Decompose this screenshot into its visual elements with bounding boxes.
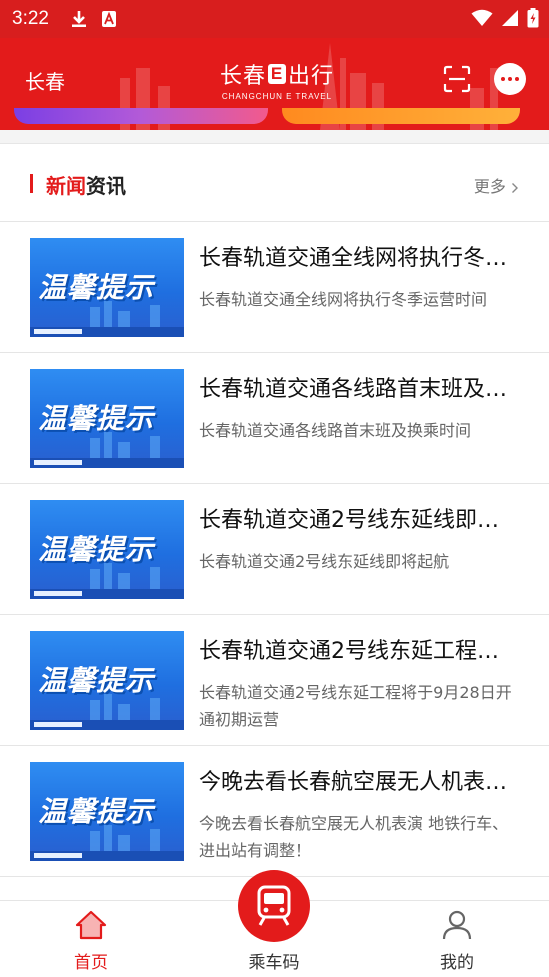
news-section-header: 新闻资讯 更多 xyxy=(0,145,549,222)
news-item-desc: 长春轨道交通2号线东延工程将于9月28日开通初期运营 xyxy=(199,683,512,729)
thumbnail-skyline xyxy=(30,301,184,337)
app-logo: 长春 E 出行 CHANGCHUN E TRAVEL xyxy=(212,58,342,101)
nav-me[interactable]: 我的 xyxy=(397,901,517,977)
news-item-3[interactable]: 温馨提示 长春轨道交通2号线东延线即将起航 长春轨道交通2号线东延线即将起航 xyxy=(0,484,549,615)
news-thumbnail: 温馨提示 xyxy=(30,500,184,599)
news-thumbnail: 温馨提示 xyxy=(30,238,184,337)
thumbnail-skyline xyxy=(30,432,184,468)
news-thumbnail: 温馨提示 xyxy=(30,762,184,861)
nav-home[interactable]: 首页 xyxy=(31,901,151,977)
news-section-title: 新闻资讯 xyxy=(46,174,126,198)
more-label: 更多 xyxy=(473,177,506,196)
thumbnail-skyline xyxy=(30,825,184,861)
news-item-4[interactable]: 温馨提示 长春轨道交通2号线东延工程将于9月28日开通初期运营 长春轨道交通2号… xyxy=(0,615,549,746)
app-header: 长春 长春 E 出行 CHANGCHUN E TRAVEL xyxy=(0,38,549,130)
signal-icon xyxy=(502,10,518,26)
banner-card-left[interactable] xyxy=(14,108,268,124)
news-item-title: 长春轨道交通2号线东延工程将于9月28日开通初期运营 xyxy=(199,639,519,664)
news-item-title: 今晚去看长春航空展无人机表演 地铁行车、进出站有调整！ xyxy=(199,770,519,795)
section-accent-bar xyxy=(30,174,33,193)
logo-e-mark: E xyxy=(268,64,286,84)
news-thumbnail: 温馨提示 xyxy=(30,369,184,468)
news-list: 温馨提示 长春轨道交通全线网将执行冬季运营时间 长春轨道交通全线网将执行冬季运营… xyxy=(0,222,549,877)
thumbnail-skyline xyxy=(30,563,184,599)
message-icon[interactable] xyxy=(494,63,526,95)
news-item-desc: 长春轨道交通各线路首末班及换乘时间 xyxy=(199,421,472,440)
logo-subtitle: CHANGCHUN E TRAVEL xyxy=(221,92,333,101)
ride-code-button[interactable] xyxy=(238,870,310,942)
a-notification-icon xyxy=(101,11,116,27)
news-item-desc: 长春轨道交通全线网将执行冬季运营时间 xyxy=(199,290,488,309)
app-screen: 3:22 长春 长春 E 出行 CHANGCHUN E TRAVEL 新闻资讯 … xyxy=(0,0,549,977)
nav-ride-code-label: 乘车码 xyxy=(248,953,300,973)
train-icon xyxy=(257,885,291,926)
city-selector[interactable]: 长春 xyxy=(25,66,65,95)
section-divider xyxy=(0,130,549,144)
status-bar: 3:22 xyxy=(0,0,549,38)
person-icon xyxy=(442,910,472,940)
chevron-right-icon xyxy=(512,182,518,193)
news-item-title: 长春轨道交通全线网将执行冬季运营时间 xyxy=(199,246,519,271)
more-news-link[interactable]: 更多 xyxy=(474,173,519,197)
nav-home-label: 首页 xyxy=(74,953,108,973)
logo-text-left: 长春 xyxy=(219,64,266,89)
battery-icon xyxy=(527,8,539,28)
news-item-title: 长春轨道交通各线路首末班及换乘时间 xyxy=(199,377,519,402)
news-item-5[interactable]: 温馨提示 今晚去看长春航空展无人机表演 地铁行车、进出站有调整！ 今晚去看长春航… xyxy=(0,746,549,877)
news-item-2[interactable]: 温馨提示 长春轨道交通各线路首末班及换乘时间 长春轨道交通各线路首末班及换乘时间 xyxy=(0,353,549,484)
news-item-desc: 今晚去看长春航空展无人机表演 地铁行车、进出站有调整！ xyxy=(199,814,509,860)
logo-text-right: 出行 xyxy=(288,64,335,89)
banner-card-right[interactable] xyxy=(282,108,520,124)
home-icon xyxy=(75,910,107,940)
thumbnail-skyline xyxy=(30,694,184,730)
news-item-desc: 长春轨道交通2号线东延线即将起航 xyxy=(199,552,450,571)
download-icon xyxy=(71,11,86,27)
scan-icon[interactable] xyxy=(443,65,471,93)
status-notifications xyxy=(71,10,117,28)
news-thumbnail: 温馨提示 xyxy=(30,631,184,730)
news-item-title: 长春轨道交通2号线东延线即将起航 xyxy=(199,508,519,533)
wifi-icon xyxy=(471,9,493,26)
news-item-1[interactable]: 温馨提示 长春轨道交通全线网将执行冬季运营时间 长春轨道交通全线网将执行冬季运营… xyxy=(0,222,549,353)
status-system-icons xyxy=(471,8,539,28)
nav-me-label: 我的 xyxy=(440,953,474,973)
status-time: 3:22 xyxy=(12,8,49,29)
